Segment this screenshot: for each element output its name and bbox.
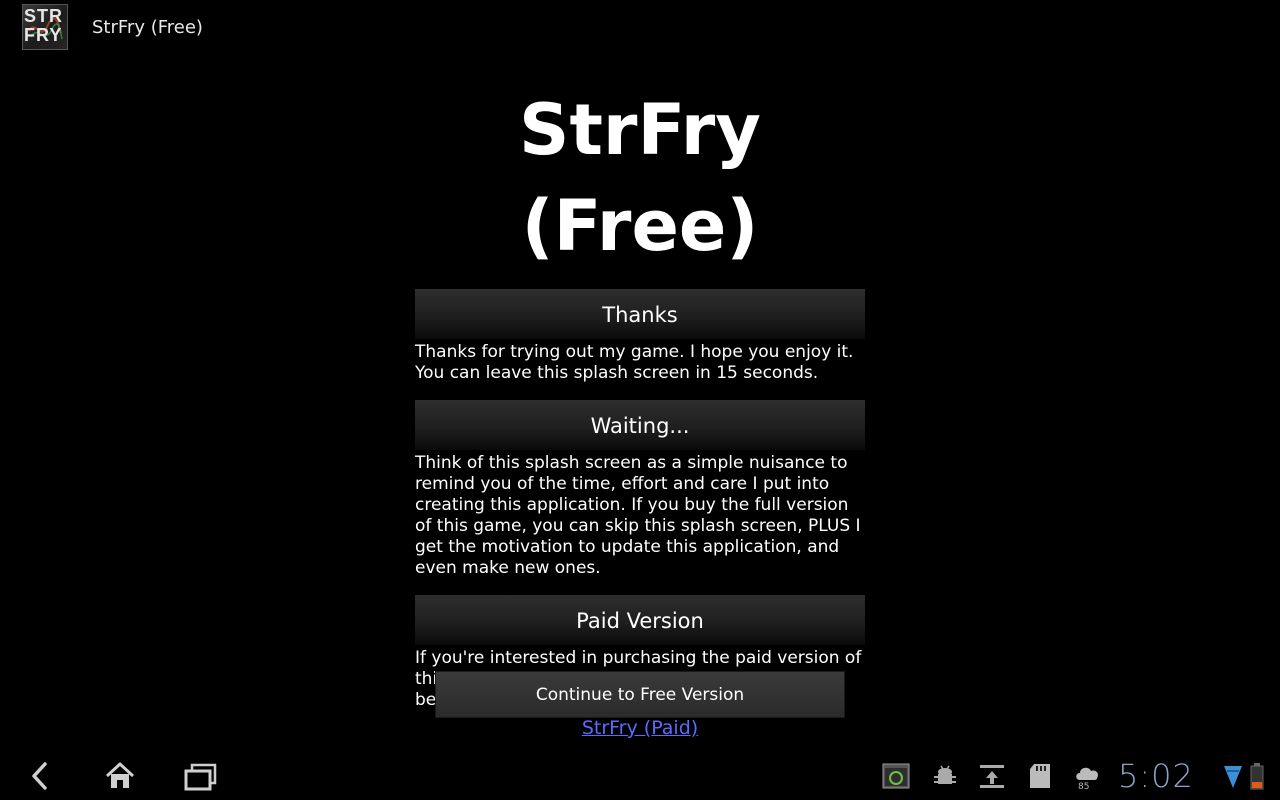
section-waiting: Waiting... Think of this splash screen a… (415, 400, 865, 579)
android-debug-icon[interactable] (932, 762, 958, 792)
battery-icon[interactable] (1250, 762, 1264, 792)
section-body-thanks: Thanks for trying out my game. I hope yo… (415, 342, 854, 383)
sd-card-icon[interactable] (1028, 762, 1052, 792)
section-header-thanks: Thanks (415, 289, 865, 339)
app-icon-line2: FRY (24, 25, 63, 45)
splash-content: StrFry (Free) Thanks Thanks for trying o… (415, 82, 865, 741)
app-icon-text: STR FRY (24, 6, 67, 45)
wifi-icon[interactable] (1222, 762, 1244, 792)
section-header-waiting: Waiting... (415, 400, 865, 450)
recent-apps-icon[interactable] (184, 758, 218, 794)
paid-version-link[interactable]: StrFry (Paid) (415, 715, 865, 741)
continue-free-button[interactable]: Continue to Free Version (435, 671, 845, 718)
section-header-paid: Paid Version (415, 595, 865, 645)
section-thanks: Thanks Thanks for trying out my game. I … (415, 289, 865, 384)
section-body-waiting: Think of this splash screen as a simple … (415, 453, 861, 578)
clock[interactable]: 5:02 (1118, 756, 1194, 796)
screen: STR FRY StrFry (Free) StrFry (Free) Than… (0, 0, 1280, 800)
system-bar: 85 5:02 (0, 752, 1280, 800)
download-icon[interactable] (978, 762, 1006, 792)
app-icon[interactable]: STR FRY (22, 4, 68, 50)
page-title: StrFry (Free) (519, 89, 761, 267)
section-paid-version: Paid Version If you're interested in pur… (415, 595, 865, 741)
screenshot-icon[interactable] (882, 762, 910, 792)
action-bar: STR FRY StrFry (Free) (0, 0, 1280, 56)
temperature-label: 85 (1078, 782, 1090, 792)
back-icon[interactable] (26, 758, 56, 794)
app-title: StrFry (Free) (92, 17, 203, 38)
app-icon-line1: STR (24, 6, 63, 26)
home-icon[interactable] (104, 758, 136, 794)
